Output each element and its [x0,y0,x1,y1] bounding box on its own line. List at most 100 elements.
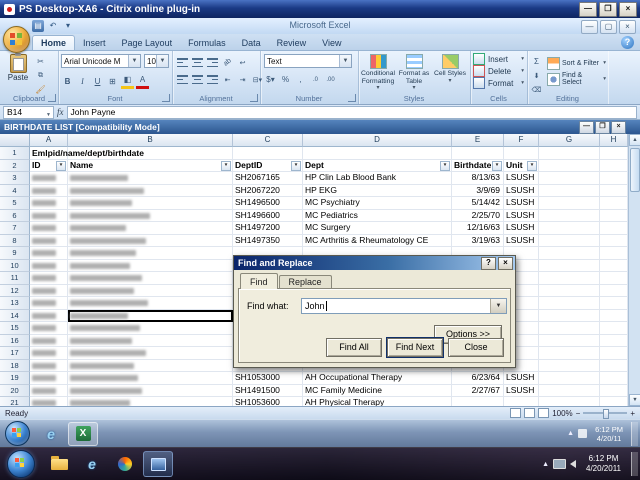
ie-taskbar-icon[interactable]: e [77,451,107,477]
find-what-input[interactable]: John ▼ [301,298,507,314]
italic-button[interactable]: I [76,75,89,88]
row-header-12[interactable]: 12 [0,285,30,298]
local-show-desktop-button[interactable] [631,452,638,476]
cell-B5[interactable] [68,197,233,210]
decrease-decimal-icon[interactable]: .00 [324,73,337,86]
number-dialog-launcher-icon[interactable] [348,94,356,102]
citrix-session-taskbar-button[interactable] [143,451,173,477]
cell-C1[interactable] [233,147,303,160]
cell-F8[interactable]: LSUSH [504,235,539,248]
row-header-8[interactable]: 8 [0,235,30,248]
cell-H1[interactable] [600,147,628,160]
cell-A12[interactable] [30,285,68,298]
cell-B21[interactable] [68,397,233,406]
font-name-dropdown-icon[interactable]: ▼ [128,55,140,67]
paste-button[interactable]: Paste [3,53,33,93]
find-select-button[interactable]: Find & Select▾ [547,71,606,87]
cell-H21[interactable] [600,397,628,406]
select-all-corner[interactable] [0,134,30,147]
cell-A20[interactable] [30,385,68,398]
cell-E4[interactable]: 3/9/69 [452,185,504,198]
cell-D4[interactable]: HP EKG [303,185,452,198]
row-header-18[interactable]: 18 [0,360,30,373]
find-all-button[interactable]: Find All [326,338,382,357]
filter-dropdown-icon[interactable]: ▾ [291,161,301,171]
ribbon-tab-review[interactable]: Review [269,36,315,50]
currency-icon[interactable]: $▾ [264,73,277,86]
cell-D8[interactable]: MC Arthritis & Rheumatology CE [303,235,452,248]
filter-dropdown-icon[interactable]: ▾ [56,161,66,171]
column-header-B[interactable]: B [68,134,233,147]
cell-G17[interactable] [539,347,600,360]
row-header-11[interactable]: 11 [0,272,30,285]
cell-G1[interactable] [539,147,600,160]
cell-G16[interactable] [539,335,600,348]
cell-A7[interactable] [30,222,68,235]
bold-button[interactable]: B [61,75,74,88]
cell-H14[interactable] [600,310,628,323]
cell-H9[interactable] [600,247,628,260]
cell-A11[interactable] [30,272,68,285]
row-header-21[interactable]: 21 [0,397,30,406]
cell-F4[interactable]: LSUSH [504,185,539,198]
row-header-15[interactable]: 15 [0,322,30,335]
cell-H3[interactable] [600,172,628,185]
row-header-20[interactable]: 20 [0,385,30,398]
row-header-9[interactable]: 9 [0,247,30,260]
ribbon-tab-insert[interactable]: Insert [75,36,114,50]
conditional-formatting-button[interactable]: Conditional Formatting▾ [360,53,396,94]
view-normal-icon[interactable] [510,408,521,418]
cell-D7[interactable]: MC Surgery [303,222,452,235]
zoom-slider[interactable] [583,412,627,414]
scrollbar-thumb[interactable] [630,148,640,192]
row-header-16[interactable]: 16 [0,335,30,348]
cell-G7[interactable] [539,222,600,235]
cells-delete-button[interactable]: Delete▾ [471,65,526,77]
number-format-combo[interactable]: Text ▼ [264,54,352,68]
cell-A15[interactable] [30,322,68,335]
cell-D6[interactable]: MC Pediatrics [303,210,452,223]
cell-F19[interactable]: LSUSH [504,372,539,385]
alignment-dialog-launcher-icon[interactable] [250,94,258,102]
cell-B8[interactable] [68,235,233,248]
cell-E6[interactable]: 2/25/70 [452,210,504,223]
cell-H13[interactable] [600,297,628,310]
increase-decimal-icon[interactable]: .0 [309,73,322,86]
cell-A4[interactable] [30,185,68,198]
office-button[interactable] [3,26,30,53]
cell-E3[interactable]: 8/13/63 [452,172,504,185]
zoom-in-icon[interactable]: + [630,409,635,418]
cell-A13[interactable] [30,297,68,310]
cell-H12[interactable] [600,285,628,298]
name-box[interactable]: B14 ▼ [3,106,54,119]
cell-D20[interactable]: MC Family Medicine [303,385,452,398]
column-header-G[interactable]: G [539,134,600,147]
row-header-10[interactable]: 10 [0,260,30,273]
align-center-icon[interactable] [191,73,204,86]
font-size-combo[interactable]: 10 ▼ [144,54,169,68]
cell-G10[interactable] [539,260,600,273]
ribbon-tab-view[interactable]: View [314,36,349,50]
cell-B14[interactable] [68,310,233,323]
view-page-layout-icon[interactable] [524,408,535,418]
cell-D3[interactable]: HP Clin Lab Blood Bank [303,172,452,185]
cell-C4[interactable]: SH2067220 [233,185,303,198]
row-header-13[interactable]: 13 [0,297,30,310]
cell-E2[interactable]: Birthdate▾ [452,160,504,173]
help-icon[interactable]: ? [621,36,634,49]
cell-A3[interactable] [30,172,68,185]
filter-dropdown-icon[interactable]: ▾ [221,161,231,171]
row-header-7[interactable]: 7 [0,222,30,235]
remote-show-desktop-button[interactable] [631,422,638,446]
cell-E19[interactable]: 6/23/64 [452,372,504,385]
cell-A6[interactable] [30,210,68,223]
cell-F1[interactable] [504,147,539,160]
cell-G14[interactable] [539,310,600,323]
column-header-C[interactable]: C [233,134,303,147]
cell-styles-button[interactable]: Cell Styles▾ [432,53,468,94]
wrap-text-icon[interactable]: ↩ [236,56,249,69]
row-header-17[interactable]: 17 [0,347,30,360]
cell-B6[interactable] [68,210,233,223]
cell-C3[interactable]: SH2067165 [233,172,303,185]
cell-F7[interactable]: LSUSH [504,222,539,235]
